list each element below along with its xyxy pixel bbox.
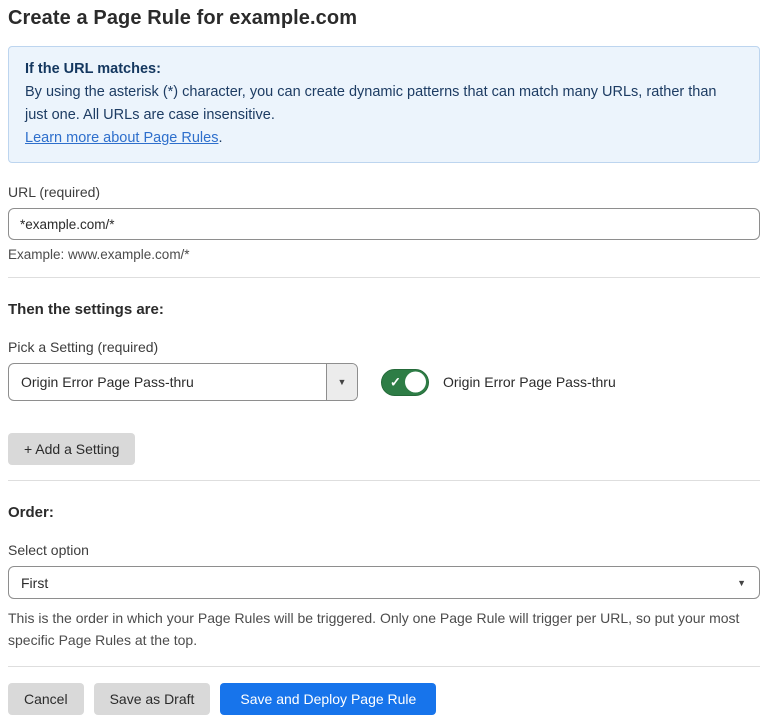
setting-select[interactable]: Origin Error Page Pass-thru ▼ xyxy=(8,363,358,401)
save-and-deploy-button[interactable]: Save and Deploy Page Rule xyxy=(220,683,437,715)
link-suffix: . xyxy=(218,130,223,146)
url-example-helper: Example: www.example.com/* xyxy=(8,247,190,262)
url-match-info-box: If the URL matches: By using the asteris… xyxy=(8,46,760,163)
setting-select-arrow-button[interactable]: ▼ xyxy=(326,364,357,400)
info-box-link-line: Learn more about Page Rules. xyxy=(25,127,743,150)
learn-more-link[interactable]: Learn more about Page Rules xyxy=(25,130,218,146)
cancel-button[interactable]: Cancel xyxy=(8,683,84,715)
order-select-label: Select option xyxy=(8,542,89,558)
setting-picker-label: Pick a Setting (required) xyxy=(8,339,159,355)
page-rule-form: Create a Page Rule for example.com If th… xyxy=(0,0,770,715)
url-input[interactable] xyxy=(8,208,760,240)
save-as-draft-button[interactable]: Save as Draft xyxy=(93,683,211,715)
chevron-down-icon: ▼ xyxy=(337,377,347,387)
footer-actions: Cancel Save as Draft Save and Deploy Pag… xyxy=(8,683,760,715)
setting-row: Origin Error Page Pass-thru ▼ ✓ Origin E… xyxy=(8,363,760,401)
url-field-label: URL (required) xyxy=(8,184,101,200)
order-select[interactable]: First ▼ xyxy=(8,566,760,599)
setting-toggle[interactable]: ✓ xyxy=(381,368,429,396)
order-section-heading: Order: xyxy=(8,504,54,521)
toggle-knob xyxy=(405,371,426,393)
order-select-value: First xyxy=(21,574,49,591)
check-icon: ✓ xyxy=(390,374,401,390)
chevron-down-icon: ▼ xyxy=(737,577,746,588)
settings-section-heading: Then the settings are: xyxy=(8,301,164,318)
divider xyxy=(8,277,760,278)
divider xyxy=(8,480,760,481)
order-helper-text: This is the order in which your Page Rul… xyxy=(8,610,740,648)
setting-select-value: Origin Error Page Pass-thru xyxy=(21,374,194,390)
divider xyxy=(8,666,760,667)
info-box-body: By using the asterisk (*) character, you… xyxy=(25,84,717,123)
add-setting-button[interactable]: + Add a Setting xyxy=(8,433,136,465)
toggle-label: Origin Error Page Pass-thru xyxy=(443,374,616,390)
info-box-heading: If the URL matches: xyxy=(25,61,161,77)
page-title: Create a Page Rule for example.com xyxy=(8,7,358,29)
